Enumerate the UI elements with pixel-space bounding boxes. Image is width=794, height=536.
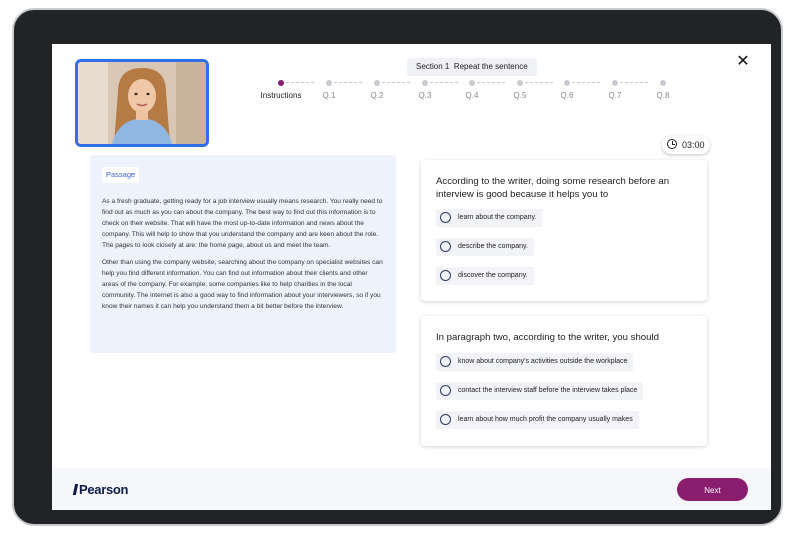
radio-icon[interactable]: [440, 356, 451, 367]
passage-paragraph: Other than using the company website, se…: [102, 259, 383, 310]
webcam-preview: [75, 59, 209, 147]
step-label: Q.3: [418, 91, 432, 100]
radio-icon[interactable]: [440, 385, 451, 396]
step-dot: [422, 80, 428, 86]
answer-option[interactable]: describe the company.: [436, 238, 534, 256]
answer-option[interactable]: learn about how much profit the company …: [436, 411, 639, 429]
question-text: According to the writer, doing some rese…: [436, 176, 670, 200]
step-q1[interactable]: Q.1: [304, 78, 354, 100]
test-screen: Section 1 Repeat the sentence ✕ Instruct…: [52, 44, 771, 510]
step-label: Q.5: [513, 91, 527, 100]
step-q7[interactable]: Q.7: [590, 78, 640, 100]
radio-icon[interactable]: [440, 270, 451, 281]
passage-panel: Passage As a fresh graduate, getting rea…: [90, 155, 396, 353]
pearson-logo: Pearson: [72, 482, 129, 497]
radio-icon[interactable]: [440, 241, 451, 252]
step-label: Q.1: [322, 91, 336, 100]
answer-option[interactable]: learn about the company.: [436, 209, 543, 227]
step-instructions[interactable]: Instructions: [256, 78, 306, 100]
progress-stepper: Instructions Q.1 Q.2 Q.3 Q.4 Q.5 Q.6 Q.7…: [252, 78, 682, 108]
option-label: know about company's activities outside …: [458, 358, 628, 365]
option-label: describe the company.: [458, 243, 528, 250]
question-card-1: According to the writer, doing some rese…: [421, 160, 707, 301]
answer-option[interactable]: discover the company.: [436, 267, 534, 285]
passage-paragraph: As a fresh graduate, getting ready for a…: [102, 198, 383, 249]
step-q8[interactable]: Q.8: [638, 78, 688, 100]
clock-icon: [667, 139, 677, 149]
question-card-2: In paragraph two, according to the write…: [421, 316, 707, 446]
radio-icon[interactable]: [440, 414, 451, 425]
tablet-frame: Section 1 Repeat the sentence ✕ Instruct…: [12, 8, 783, 526]
step-dot: [660, 80, 666, 86]
footer-bar: Pearson Next: [52, 468, 771, 510]
next-button[interactable]: Next: [677, 478, 748, 501]
step-dot: [278, 80, 284, 86]
step-label: Q.2: [370, 91, 384, 100]
section-label: Section 1 Repeat the sentence: [407, 58, 537, 76]
step-dot: [517, 80, 523, 86]
step-q6[interactable]: Q.6: [542, 78, 592, 100]
step-q3[interactable]: Q.3: [400, 78, 450, 100]
passage-tag: Passage: [102, 167, 140, 183]
timer-value: 03:00: [682, 140, 705, 150]
answer-option[interactable]: contact the interview staff before the i…: [436, 382, 644, 400]
answer-option[interactable]: know about company's activities outside …: [436, 353, 634, 371]
radio-icon[interactable]: [440, 212, 451, 223]
option-label: learn about how much profit the company …: [458, 416, 633, 423]
step-dot: [469, 80, 475, 86]
logo-text: Pearson: [79, 482, 129, 497]
option-label: contact the interview staff before the i…: [458, 387, 638, 394]
section-number: Section 1: [416, 62, 450, 71]
step-q4[interactable]: Q.4: [447, 78, 497, 100]
step-q2[interactable]: Q.2: [352, 78, 402, 100]
step-label: Q.7: [608, 91, 622, 100]
question-text: In paragraph two, according to the write…: [436, 332, 659, 343]
section-name: Repeat the sentence: [453, 62, 528, 71]
step-label: Q.6: [560, 91, 574, 100]
passage-text: As a fresh graduate, getting ready for a…: [102, 196, 384, 318]
option-label: learn about the company.: [458, 214, 537, 221]
close-icon[interactable]: ✕: [735, 54, 751, 70]
step-q5[interactable]: Q.5: [495, 78, 545, 100]
step-dot: [374, 80, 380, 86]
step-dot: [564, 80, 570, 86]
countdown-timer: 03:00: [662, 136, 710, 154]
step-label: Q.4: [465, 91, 479, 100]
logo-mark-icon: [72, 484, 79, 495]
step-label: Q.8: [656, 91, 670, 100]
step-label: Instructions: [260, 91, 302, 100]
step-dot: [612, 80, 618, 86]
webcam-person-image: [78, 62, 206, 144]
step-dot: [326, 80, 332, 86]
option-label: discover the company.: [458, 272, 528, 279]
